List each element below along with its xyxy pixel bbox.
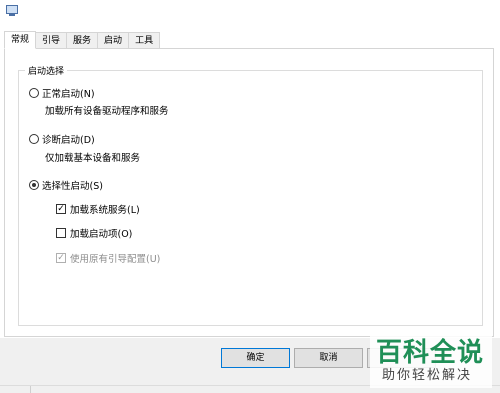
ok-button[interactable]: 确定 [221,348,290,368]
system-configuration-icon [6,5,19,17]
tab-services[interactable]: 服务 [67,32,99,49]
tab-general[interactable]: 常规 [4,31,37,49]
selective-startup-radio[interactable]: 选择性启动(S) [29,178,103,192]
watermark-slogan: 助你轻松解决 [382,368,473,383]
selective-startup-label: 选择性启动(S) [42,181,103,192]
tab-bar: 常规 引导 服务 启动 工具 [4,31,161,49]
diagnostic-startup-description: 仅加载基本设备和服务 [45,153,141,164]
radio-checked-icon [29,180,39,190]
site-watermark: 百科全说 助你轻松解决 [370,330,492,388]
checkbox-empty-icon [56,228,66,238]
checkmark-icon: ✓ [56,204,66,214]
diagnostic-startup-radio[interactable]: 诊断启动(D) [29,132,95,146]
diagnostic-startup-label: 诊断启动(D) [42,135,95,146]
footer-divider-tick [30,386,31,393]
radio-unchecked-icon [29,134,39,144]
normal-startup-description: 加载所有设备驱动程序和服务 [45,106,169,117]
use-original-boot-config-label: 使用原有引导配置(U) [70,254,161,265]
cancel-button[interactable]: 取消 [294,348,363,368]
tab-boot[interactable]: 引导 [36,32,68,49]
normal-startup-label: 正常启动(N) [42,89,95,100]
tab-startup[interactable]: 启动 [98,32,130,49]
load-system-services-label: 加载系统服务(L) [70,205,140,216]
startup-selection-legend: 启动选择 [25,64,68,77]
load-system-services-checkbox[interactable]: ✓ 加载系统服务(L) [56,202,140,216]
load-startup-items-checkbox[interactable]: 加载启动项(O) [56,226,132,240]
tab-tools[interactable]: 工具 [129,32,161,49]
normal-startup-radio[interactable]: 正常启动(N) [29,86,95,100]
general-tab-page: 启动选择 正常启动(N) 加载所有设备驱动程序和服务 诊断启动(D) 仅加载基本… [4,48,494,337]
checkmark-disabled-icon: ✓ [56,253,66,263]
load-startup-items-label: 加载启动项(O) [70,229,133,240]
use-original-boot-config-checkbox: ✓ 使用原有引导配置(U) [56,251,160,265]
radio-unchecked-icon [29,88,39,98]
system-configuration-dialog: 常规 引导 服务 启动 工具 启动选择 正常启动(N) 加载所有设备驱动程序和服… [0,0,500,393]
